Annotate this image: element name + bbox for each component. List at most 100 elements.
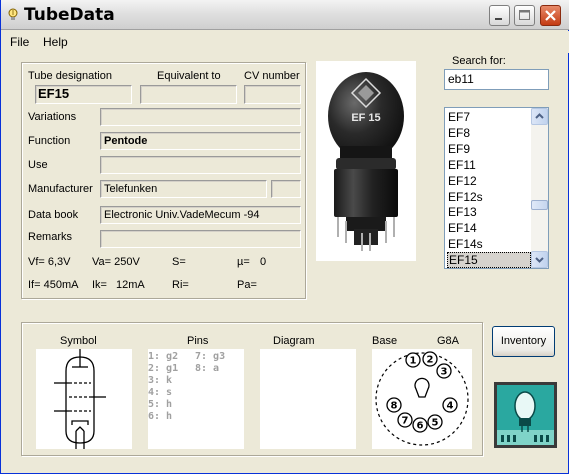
app-bulb-icon [8,8,18,20]
pin-entry: 8: a [195,363,220,374]
ik-value: 12mA [116,279,145,291]
search-label: Search for: [452,55,506,67]
ik-label: Ik= [92,279,107,291]
use-field[interactable] [100,156,301,174]
base-pin-number: 2 [427,355,434,366]
manufacturer-field[interactable]: Telefunken [100,180,267,198]
vf-value: Vf= 6,3V [28,256,71,268]
base-pins-group: 1 23 45678 [386,351,458,433]
base-type: G8A [437,335,460,347]
databook-field[interactable]: Electronic Univ.VadeMecum -94 [100,206,301,224]
tube-list-item[interactable]: EF9 [447,141,531,157]
function-label: Function [28,135,71,147]
tube-list-item[interactable]: EF12 [447,173,531,189]
inventory-button[interactable]: Inventory [492,326,555,357]
base-label: Base [372,335,398,347]
menu-file[interactable]: File [10,35,29,49]
va-value: Va= 250V [92,256,140,268]
scroll-up-button[interactable] [531,108,548,125]
variations-label: Variations [28,111,77,123]
diagram-label: Diagram [273,335,315,347]
close-icon [545,10,556,21]
minimize-button[interactable] [489,5,510,26]
tube-info-group: Tube designation Equivalent to CV number… [21,62,306,299]
pin-entry: 5: h [148,399,173,410]
manufacturer-label: Manufacturer [28,183,93,195]
diagram-group: Symbol Pins Diagram Base G8A 1: g2 2: g1… [21,322,483,456]
tube-list-item[interactable]: EF8 [447,125,531,141]
base-pin-number: 5 [432,418,439,429]
minimize-icon [495,18,502,20]
scroll-up-icon [535,113,544,119]
tube-illustration: EF 15 [328,72,404,251]
close-button[interactable] [540,5,561,26]
mu-value: 0 [260,256,267,268]
designation-header: Tube designation [28,70,112,82]
menu-help-label: Help [43,35,68,49]
maximize-icon [519,10,530,20]
app-window: TubeData File Help Tube designation Equi… [0,0,569,474]
menu-help[interactable]: Help [43,35,68,49]
base-pin-number: 6 [417,421,424,432]
pins-panel: 1: g2 2: g1 3: k 4: s 5: h 6: h 7: g3 8:… [148,349,244,449]
tube-list-item[interactable]: EF11 [447,157,531,173]
pin-entry: 4: s [148,387,173,398]
scroll-down-icon [535,257,544,263]
equivalent-header: Equivalent to [157,70,221,82]
symbol-panel [36,349,132,449]
diagram-panel [260,349,356,449]
search-input[interactable]: eb11 [444,69,549,90]
cv-number-field[interactable] [244,85,301,104]
pin-entry: 7: g3 [195,351,226,362]
tube-listbox[interactable]: EF7 EF8 EF9 EF11 EF12 EF12s EF13 EF14 EF14s EF15 [444,107,549,269]
scroll-down-button[interactable] [531,251,548,268]
base-pin-number: 1 [410,356,417,367]
remarks-label: Remarks [28,231,73,243]
pin-entry: 2: g1 [148,363,179,374]
tube-list-item[interactable]: EF7 [447,109,531,125]
cv-header: CV number [244,70,300,82]
pins-right-column: 7: g3 8: a [195,351,225,375]
tube-list-item[interactable]: EF14 [447,220,531,236]
base-pin-number: 8 [391,401,398,412]
equivalent-field[interactable] [140,85,237,104]
tube-list-item[interactable]: EF15 [447,252,531,268]
pa-value: Pa= [237,279,257,291]
ri-value: Ri= [172,279,189,291]
databook-label: Data book [28,209,79,221]
tube-list-item[interactable]: EF12s [447,189,531,205]
use-label: Use [28,159,48,171]
tube-list-item[interactable]: EF13 [447,204,531,220]
pin-entry: 1: g2 [148,351,179,362]
menu-bar: File Help [1,31,569,53]
base-pin-number: 4 [447,401,454,412]
pins-label: Pins [187,335,209,347]
pin-entry: 3: k [148,375,173,386]
tube-book-graphic [494,382,557,448]
tube-photo: EF 15 [316,61,416,261]
base-pinout-diagram: 1 23 45678 [375,351,469,446]
base-pin-number: 3 [441,367,448,378]
base-panel: 123 45678 [372,349,472,449]
title-bar[interactable]: TubeData [1,0,569,30]
menu-file-label: File [10,35,30,49]
remarks-field[interactable] [100,230,301,248]
scroll-thumb[interactable] [531,200,548,210]
if-value: If= 450mA [28,279,79,291]
variations-field[interactable] [100,108,301,126]
s-value: S= [172,256,186,268]
pentode-symbol [54,349,106,449]
mu-label: µ= [237,256,250,268]
base-pin-number: 7 [402,416,409,427]
designation-field[interactable]: EF15 [35,85,132,104]
tube-list-item[interactable]: EF14s [447,236,531,252]
symbol-label: Symbol [60,335,97,347]
manufacturer-code-field[interactable] [271,180,301,198]
function-field[interactable]: Pentode [100,132,301,150]
maximize-button[interactable] [514,5,535,26]
window-title: TubeData [24,5,115,25]
tube-book-icon[interactable] [492,380,559,450]
pin-entry: 6: h [148,411,173,422]
tube-print: EF 15 [351,112,380,124]
list-scrollbar[interactable] [531,108,548,268]
